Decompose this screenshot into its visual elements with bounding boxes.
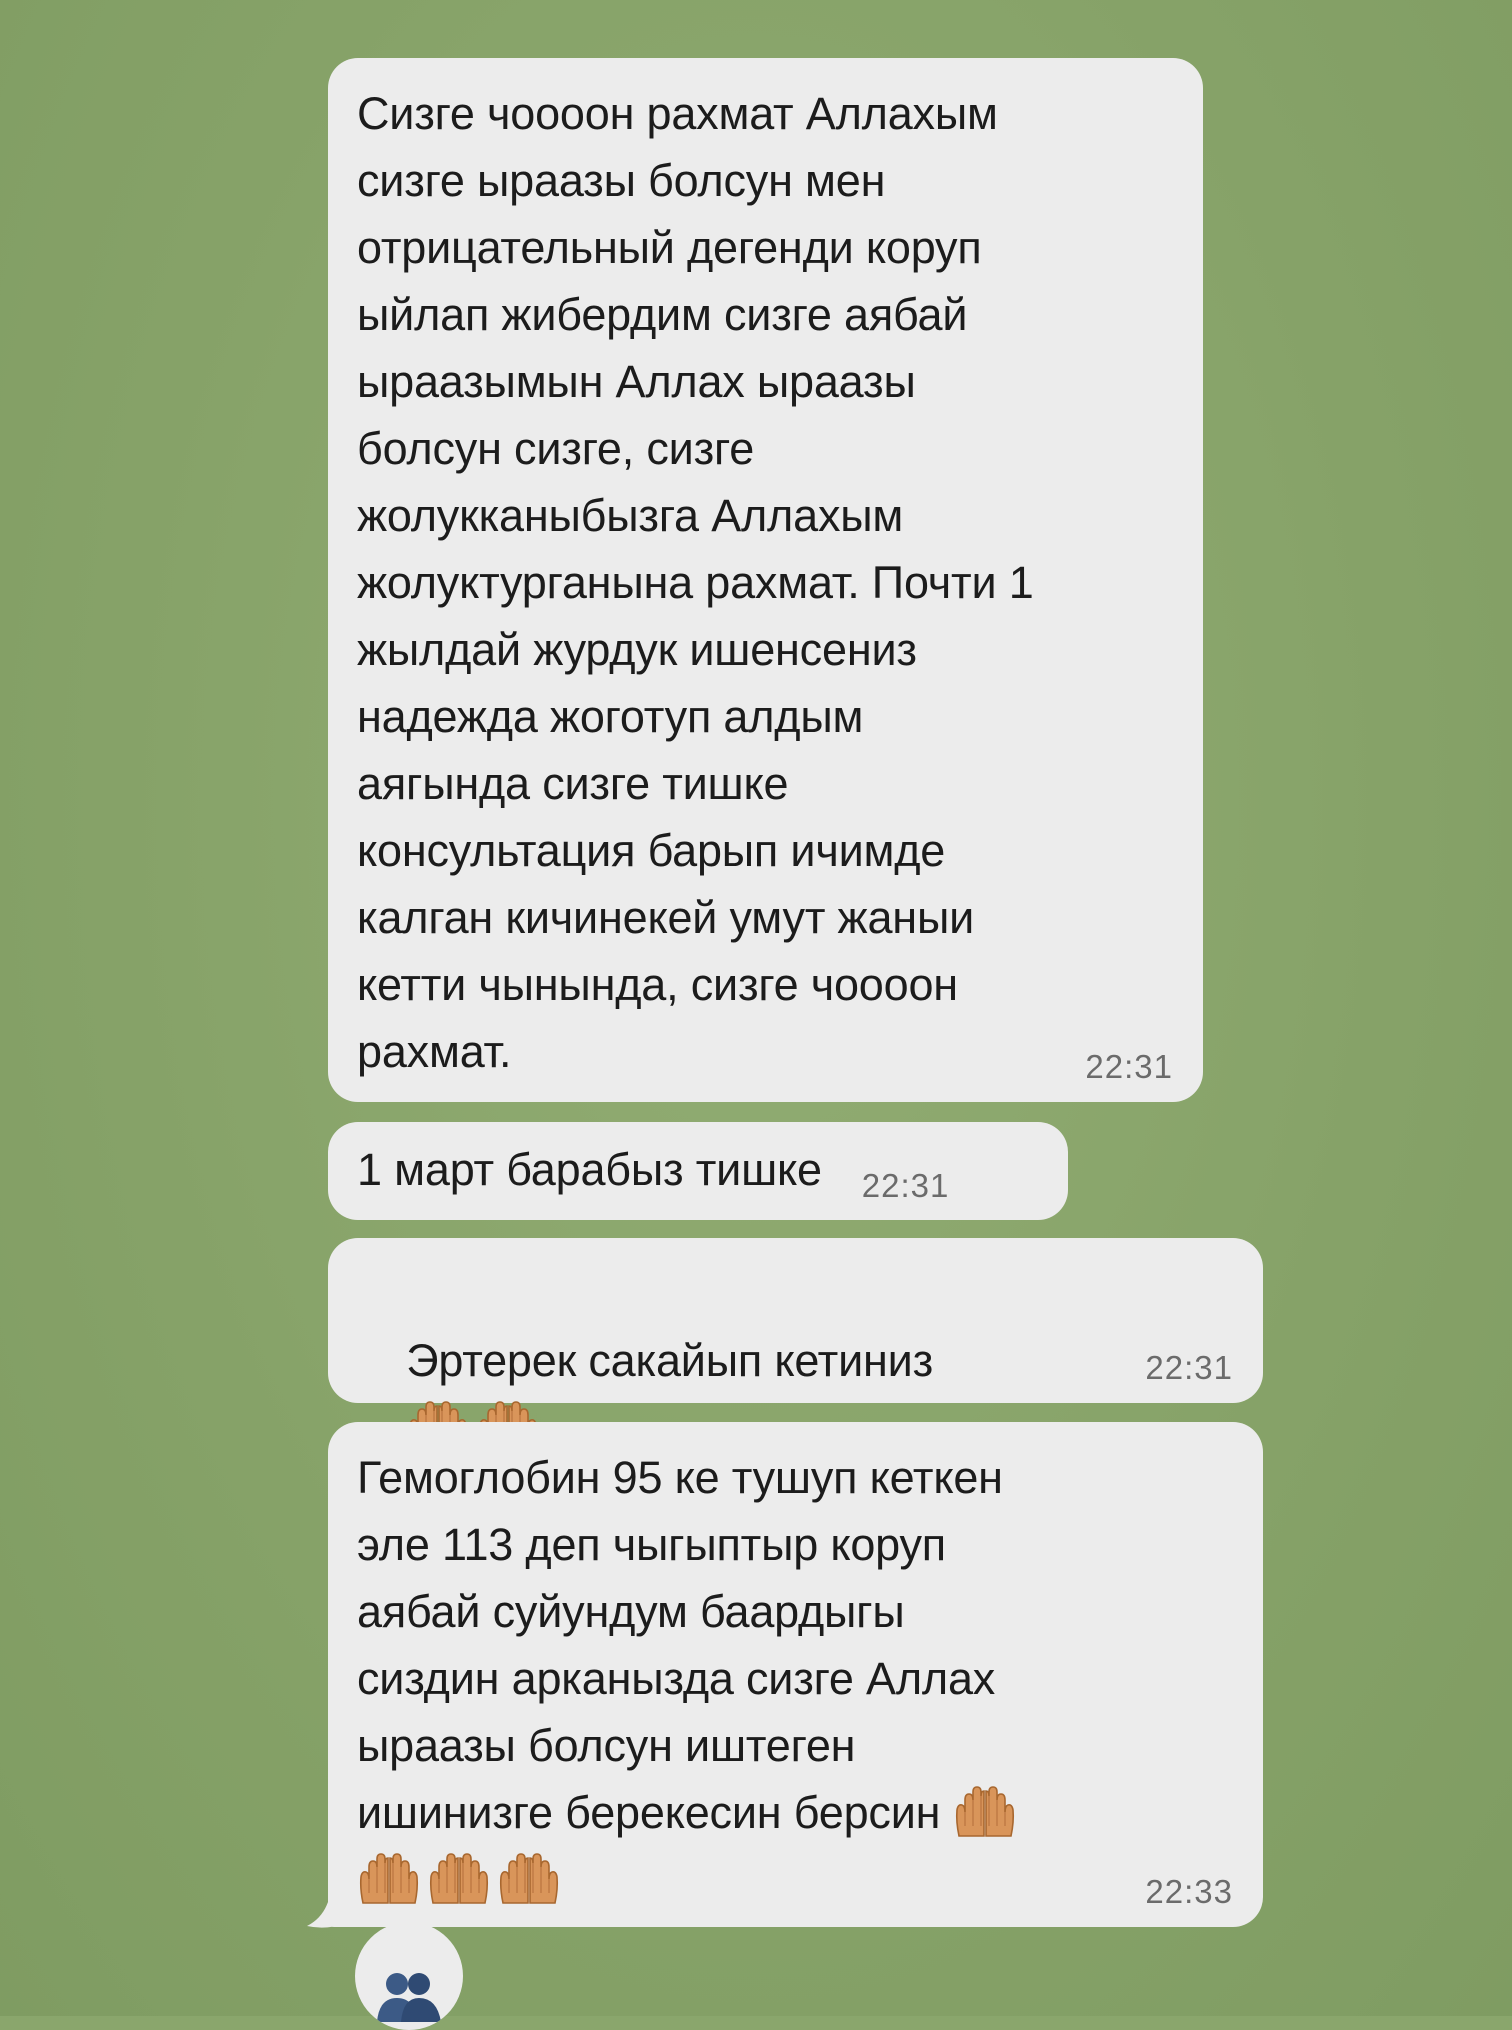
palms-up-together-icon [953, 1782, 1017, 1838]
palms-up-together-icon [427, 1849, 491, 1905]
message-content: Гемоглобин 95 ке тушуп кеткен эле 113 де… [357, 1444, 1229, 1913]
palms-up-together-icon [357, 1849, 421, 1905]
message-text: 1 март барабыз тишке [357, 1144, 822, 1195]
message-time: 22:31 [861, 1167, 950, 1204]
message-text: Эртерек сакайып кетиниз [406, 1335, 934, 1386]
palms-up-together-icon [497, 1849, 561, 1905]
bubble-tail [307, 1890, 345, 1928]
message-time: 22:33 [1145, 1873, 1233, 1910]
message-bubble[interactable]: Эртерек сакайып кетиниз 22:31 [328, 1238, 1263, 1403]
message-text: Сизге чоооон рахмат Аллахым сизге ыраазы… [357, 88, 1034, 1077]
message-bubble[interactable]: Гемоглобин 95 ке тушуп кеткен эле 113 де… [328, 1422, 1263, 1927]
user-avatar-icon [377, 1973, 441, 2022]
avatar[interactable] [355, 1922, 463, 2030]
message-time: 22:31 [1145, 1349, 1233, 1386]
message-bubble[interactable]: 1 март барабыз тишке 22:31 [328, 1122, 1068, 1220]
message-time: 22:31 [1085, 1048, 1173, 1085]
message-text: Гемоглобин 95 ке тушуп кеткен эле 113 де… [357, 1452, 1003, 1838]
message-bubble[interactable]: Сизге чоооон рахмат Аллахым сизге ыраазы… [328, 58, 1203, 1102]
